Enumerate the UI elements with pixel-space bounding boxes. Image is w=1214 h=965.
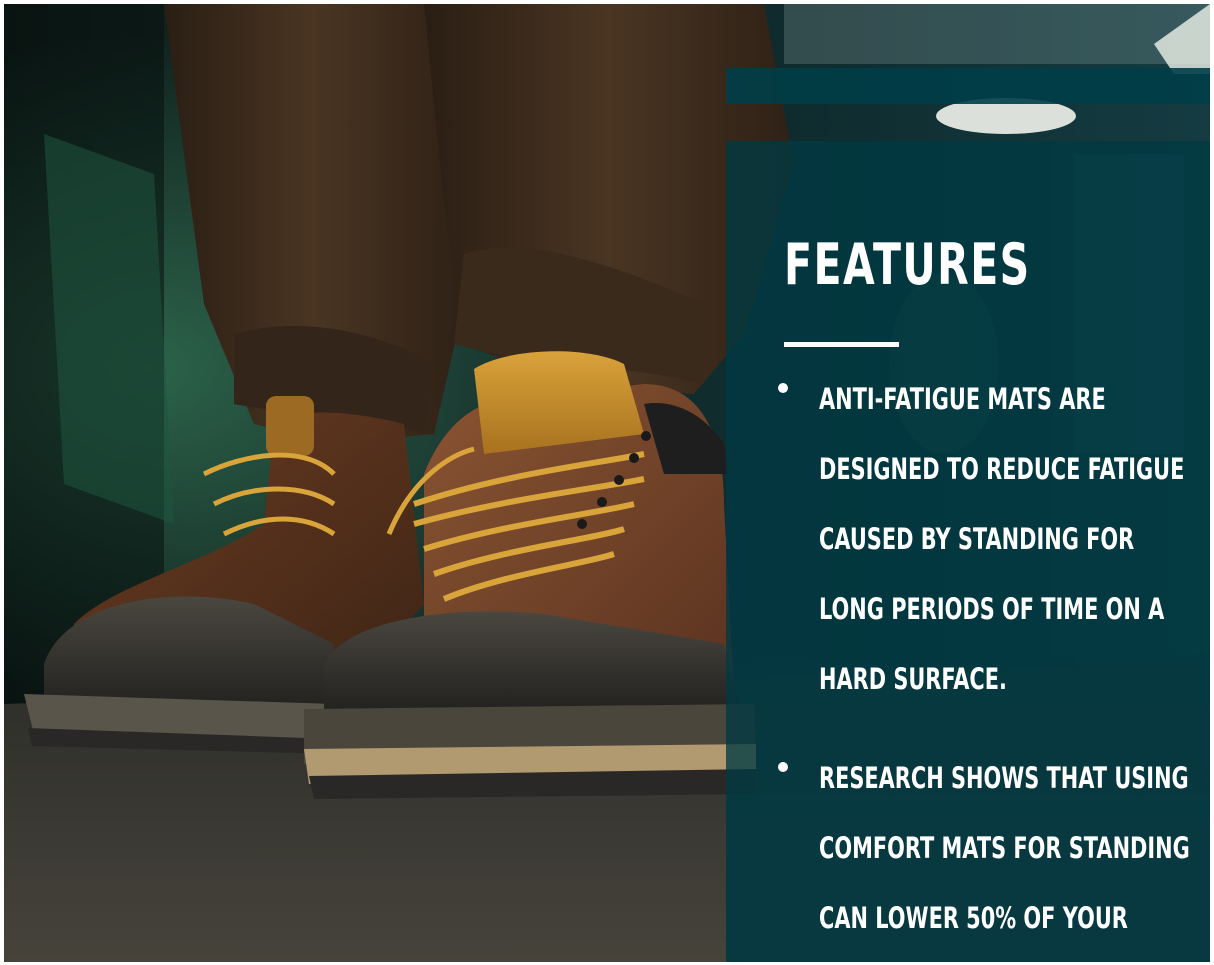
title-underline: [784, 342, 899, 347]
panel-accent-strip: [726, 68, 1210, 104]
feature-text: ANTI-FATIGUE MATS ARE DESIGNED TO REDUCE…: [819, 382, 1185, 696]
feature-text: RESEARCH SHOWS THAT USING COMFORT MATS F…: [819, 761, 1190, 935]
bullet-icon: [778, 762, 788, 772]
bullet-icon: [778, 383, 788, 393]
features-panel: FEATURES ANTI-FATIGUE MATS ARE DESIGNED …: [726, 141, 1210, 962]
list-item: RESEARCH SHOWS THAT USING COMFORT MATS F…: [726, 743, 1210, 953]
hero-image-frame: FEATURES ANTI-FATIGUE MATS ARE DESIGNED …: [4, 4, 1210, 962]
features-list: ANTI-FATIGUE MATS ARE DESIGNED TO REDUCE…: [726, 375, 1210, 962]
features-title: FEATURES: [784, 232, 1031, 298]
list-item: ANTI-FATIGUE MATS ARE DESIGNED TO REDUCE…: [726, 364, 1210, 714]
